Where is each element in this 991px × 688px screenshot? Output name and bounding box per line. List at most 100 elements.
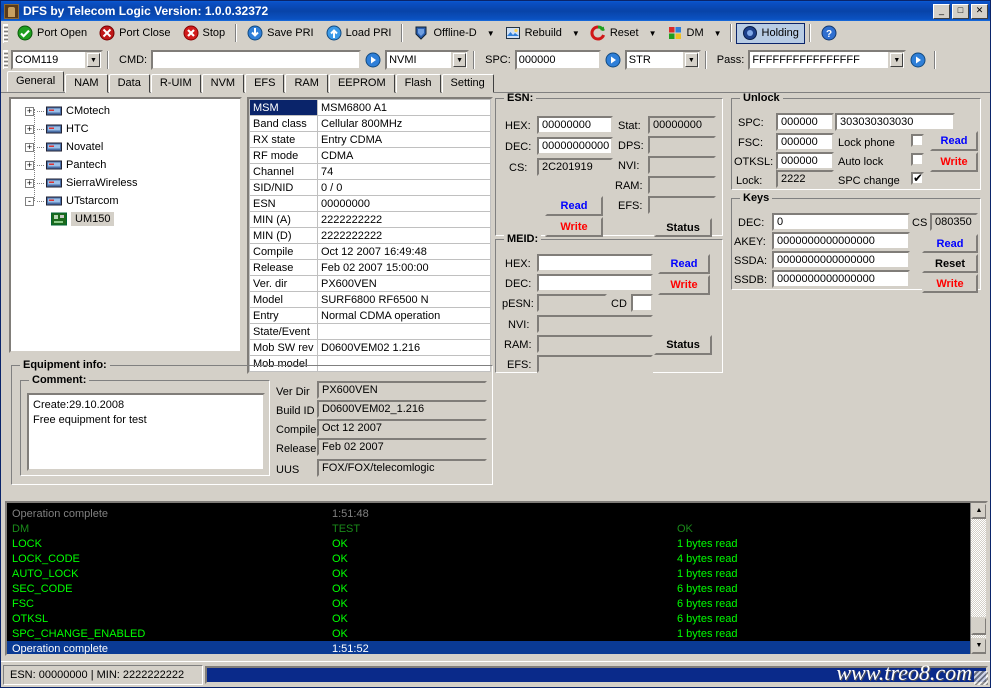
meid-status-button[interactable]: Status — [654, 335, 712, 355]
scroll-up-arrow-icon[interactable]: ▲ — [971, 503, 986, 519]
unlock-read-button[interactable]: Read — [930, 131, 978, 151]
toolbar-button-dm[interactable]: DM — [661, 23, 710, 44]
unlock-otksl-field[interactable]: 000000 — [776, 152, 834, 170]
unlock-spc-hex-field[interactable]: 303030303030 — [835, 113, 955, 131]
table-row[interactable]: Compile Oct 12 2007 16:49:48 — [249, 243, 491, 260]
tree-node-htc[interactable]: + HTC — [11, 120, 240, 138]
toolbar-button-holding[interactable]: Holding — [735, 22, 805, 44]
collapse-icon[interactable]: - — [25, 196, 34, 206]
table-row[interactable]: Ver. dir PX600VEN — [249, 275, 491, 292]
log-console[interactable]: Operation complete 1:51:48 DM TEST OK LO… — [5, 501, 988, 656]
table-row[interactable]: Release Feb 02 2007 15:00:00 — [249, 259, 491, 276]
lock-phone-checkbox[interactable] — [911, 134, 924, 147]
esn-write-button[interactable]: Write — [545, 217, 603, 237]
auto-lock-checkbox[interactable] — [911, 153, 924, 166]
keys-reset-button[interactable]: Reset — [922, 254, 978, 273]
expander-icon[interactable]: + — [25, 124, 34, 134]
comment-textarea[interactable]: Create:29.10.2008 Free equipment for tes… — [27, 393, 265, 471]
tab-data[interactable]: Data — [108, 74, 150, 93]
keys-write-button[interactable]: Write — [922, 274, 978, 293]
table-row[interactable]: Channel 74 — [249, 163, 491, 180]
table-row[interactable]: RF mode CDMA — [249, 147, 491, 164]
go-icon-cmd[interactable] — [365, 52, 381, 68]
toolbar-button-port-open[interactable]: Port Open — [11, 23, 93, 44]
go-icon-spc[interactable] — [605, 52, 621, 68]
str-mode-select[interactable]: STR — [624, 49, 701, 70]
toolbar-button-reset[interactable]: Reset — [584, 23, 645, 44]
spc-input[interactable] — [514, 49, 601, 70]
command-toolbar-grip[interactable] — [3, 50, 8, 69]
pass-combo[interactable]: FFFFFFFFFFFFFFFF — [748, 49, 907, 70]
toolbar-button-help[interactable]: ? — [815, 23, 843, 44]
tab-flash[interactable]: Flash — [395, 74, 441, 93]
unlock-fsc-field[interactable]: 000000 — [776, 133, 834, 151]
chevron-down-icon-reset[interactable]: ▼ — [645, 29, 661, 38]
toolbar-button-port-close[interactable]: Port Close — [93, 23, 176, 44]
maximize-button[interactable]: □ — [952, 3, 969, 19]
toolbar-grip[interactable] — [3, 23, 8, 43]
keys-ssda-field[interactable]: 0000000000000000 — [772, 251, 910, 269]
expander-icon[interactable]: + — [25, 160, 34, 170]
table-row[interactable]: MIN (D) 2222222222 — [249, 227, 491, 244]
unlock-write-button[interactable]: Write — [930, 152, 978, 172]
meid-read-button[interactable]: Read — [658, 254, 710, 274]
esn-status-button[interactable]: Status — [654, 218, 712, 237]
keys-dec-field[interactable]: 0 — [772, 213, 910, 231]
expander-icon[interactable]: + — [25, 142, 34, 152]
tree-node-um150[interactable]: UM150 — [11, 210, 240, 228]
tab-nam[interactable]: NAM — [65, 74, 108, 93]
toolbar-button-offline-d[interactable]: Offline-D — [407, 23, 482, 44]
table-row[interactable]: MIN (A) 2222222222 — [249, 211, 491, 228]
meid-write-button[interactable]: Write — [658, 275, 710, 295]
table-row[interactable]: MSM MSM6800 A1 — [249, 99, 491, 116]
toolbar-button-stop[interactable]: Stop — [177, 23, 232, 44]
scroll-down-arrow-icon[interactable]: ▼ — [971, 638, 986, 654]
tab-efs[interactable]: EFS — [245, 74, 285, 93]
console-scrollbar[interactable]: ▲ ▼ — [970, 503, 986, 654]
meid-hex-field[interactable] — [537, 254, 653, 272]
resize-grip-icon[interactable] — [974, 671, 988, 685]
esn-read-button[interactable]: Read — [545, 196, 603, 216]
chevron-down-icon-dm[interactable]: ▼ — [710, 29, 726, 38]
tree-node-utstarcom[interactable]: - UTstarcom — [11, 192, 240, 210]
tree-node-cmotech[interactable]: + CMotech — [11, 102, 240, 120]
table-row[interactable]: ESN 00000000 — [249, 195, 491, 212]
minimize-button[interactable]: _ — [933, 3, 950, 19]
nv-mode-select[interactable]: NVMI — [385, 49, 470, 70]
expander-icon[interactable]: + — [25, 178, 34, 188]
tree-node-novatel[interactable]: + Novatel — [11, 138, 240, 156]
scrollbar-thumb[interactable] — [971, 617, 986, 635]
meid-cd-field[interactable] — [631, 294, 653, 312]
keys-ssdb-field[interactable]: 0000000000000000 — [772, 270, 910, 288]
table-row[interactable]: Mob SW rev D0600VEM02 1.216 — [249, 339, 491, 356]
device-tree[interactable]: + CMotech + HTC + Novatel + Pantech + Si… — [9, 97, 242, 353]
table-row[interactable]: State/Event — [249, 323, 491, 340]
tab-nvm[interactable]: NVM — [201, 74, 245, 93]
esn-hex-field[interactable]: 00000000 — [537, 116, 613, 134]
table-row[interactable]: Model SURF6800 RF6500 N — [249, 291, 491, 308]
tree-node-sierrawireless[interactable]: + SierraWireless — [11, 174, 240, 192]
cmd-input[interactable] — [151, 49, 362, 70]
chevron-down-icon-offline[interactable]: ▼ — [483, 29, 499, 38]
table-row[interactable]: Band class Cellular 800MHz — [249, 115, 491, 132]
table-row[interactable]: RX state Entry CDMA — [249, 131, 491, 148]
meid-dec-field[interactable] — [537, 274, 653, 292]
port-select[interactable]: COM119 — [11, 49, 103, 70]
toolbar-button-rebuild[interactable]: Rebuild — [499, 23, 568, 44]
chevron-down-icon-rebuild[interactable]: ▼ — [568, 29, 584, 38]
esn-dec-field[interactable]: 00000000000 — [537, 137, 613, 155]
table-row[interactable]: Entry Normal CDMA operation — [249, 307, 491, 324]
toolbar-button-load-pri[interactable]: Load PRI — [320, 23, 398, 44]
tab-setting[interactable]: Setting — [441, 74, 494, 93]
spc-change-checkbox[interactable] — [911, 171, 924, 185]
close-button[interactable]: ✕ — [971, 3, 988, 19]
expander-icon[interactable]: + — [25, 106, 34, 116]
keys-read-button[interactable]: Read — [922, 234, 978, 253]
tab-eeprom[interactable]: EEPROM — [328, 74, 395, 93]
tab-ram[interactable]: RAM — [285, 74, 328, 93]
tab-ruim[interactable]: R-UIM — [150, 74, 201, 93]
unlock-spc-field[interactable]: 000000 — [776, 113, 834, 131]
tree-node-pantech[interactable]: + Pantech — [11, 156, 240, 174]
toolbar-button-save-pri[interactable]: Save PRI — [241, 23, 319, 44]
tab-general[interactable]: General — [7, 71, 65, 92]
